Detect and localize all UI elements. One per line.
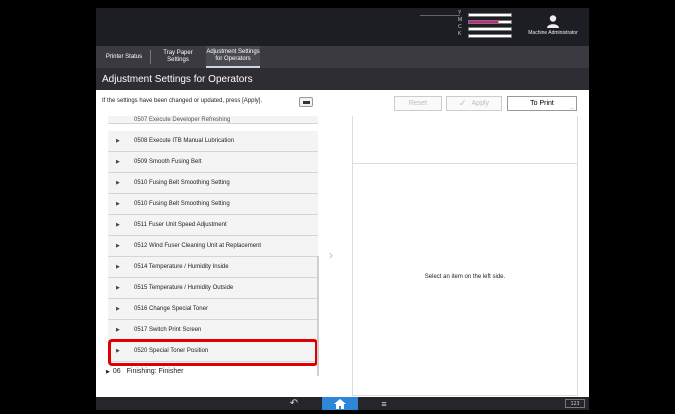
toner-cyan: C — [458, 24, 518, 32]
tab-bar: Printer Status Tray Paper Settings Adjus… — [96, 46, 589, 68]
apply-button[interactable]: ✓ Apply — [446, 96, 502, 111]
toner-magenta: M — [458, 17, 518, 25]
list-item[interactable]: ▶ 0516 Change Special Toner — [108, 299, 318, 320]
bottom-bar: ↶ ≡ 123 — [96, 397, 589, 410]
expand-arrow-icon: ▶ — [116, 201, 120, 207]
list-item[interactable]: ▶ 0509 Smooth Fusing Belt — [108, 152, 318, 173]
tab-adjustment-settings[interactable]: Adjustment Settings for Operators — [206, 46, 260, 68]
user-icon — [546, 14, 560, 28]
expand-arrow-icon: ▶ — [116, 222, 120, 228]
toolbar: If the settings have been changed or upd… — [96, 90, 589, 116]
apply-hint: If the settings have been changed or upd… — [102, 98, 263, 104]
expand-arrow-icon: ▶ — [116, 138, 120, 144]
user-button[interactable]: Machine Administrator — [523, 14, 583, 36]
expand-arrow-icon: ▶ — [116, 327, 120, 333]
detail-panel: Select an item on the left side. — [352, 116, 578, 396]
chevron-right-icon: › — [329, 248, 333, 262]
detail-message: Select an item on the left side. — [424, 274, 506, 280]
expand-arrow-icon: ▶ — [116, 285, 120, 291]
list-item[interactable]: ▶ 0510 Fusing Belt Smoothing Setting — [108, 173, 318, 194]
to-print-button[interactable]: To Print — [507, 96, 577, 111]
list-item[interactable]: ▶ 0514 Temperature / Humidity Inside — [108, 257, 318, 278]
menu-icon[interactable]: ≡ — [374, 397, 394, 410]
list-item[interactable]: ▶ 0511 Fuser Unit Speed Adjustment — [108, 215, 318, 236]
reset-button[interactable]: Reset — [394, 96, 442, 111]
tab-tray-paper-settings[interactable]: Tray Paper Settings — [152, 46, 204, 68]
expand-arrow-icon: ▶ — [116, 180, 120, 186]
toner-yellow: Y — [420, 10, 518, 18]
back-icon[interactable]: ↶ — [284, 397, 304, 410]
list-item[interactable]: ▶ 0517 Switch Print Screen — [108, 320, 318, 341]
expand-arrow-icon: ▶ — [116, 159, 120, 165]
list-item[interactable]: ▶ 0515 Temperature / Humidity Outside — [108, 278, 318, 299]
expand-arrow-icon: ▶ — [106, 368, 110, 375]
status-bar: Y M C K Machine Administrator — [96, 8, 589, 46]
home-icon[interactable] — [322, 397, 358, 410]
expand-arrow-icon: ▶ — [116, 306, 120, 312]
list-item[interactable]: ▶ 0512 Wind Fuser Cleaning Unit at Replac… — [108, 236, 318, 257]
expand-arrow-icon: ▶ — [116, 243, 120, 249]
list-item[interactable]: ▶ 0508 Execute ITB Manual Lubrication — [108, 131, 318, 152]
list-item[interactable]: ▶ 0510 Fusing Belt Smoothing Setting — [108, 194, 318, 215]
page-title: Adjustment Settings for Operators — [96, 68, 589, 90]
toner-black: K — [458, 31, 518, 39]
list-scrollbar[interactable] — [317, 256, 319, 376]
keyboard-icon[interactable] — [299, 97, 313, 107]
expand-arrow-icon: ▶ — [116, 264, 120, 270]
check-icon: ✓ — [458, 98, 467, 108]
tab-printer-status[interactable]: Printer Status — [100, 46, 148, 68]
list-item-partial[interactable]: 0507 Execute Developer Refreshing — [108, 116, 318, 124]
detail-header — [353, 116, 577, 164]
counter-badge[interactable]: 123 — [565, 399, 585, 408]
category-finishing[interactable]: ▶ 06 Finishing: Finisher — [106, 368, 183, 375]
device-screen: Y M C K Machine Administrator Printer St… — [96, 8, 589, 410]
user-label: Machine Administrator — [528, 30, 578, 36]
highlight-box — [108, 339, 318, 366]
